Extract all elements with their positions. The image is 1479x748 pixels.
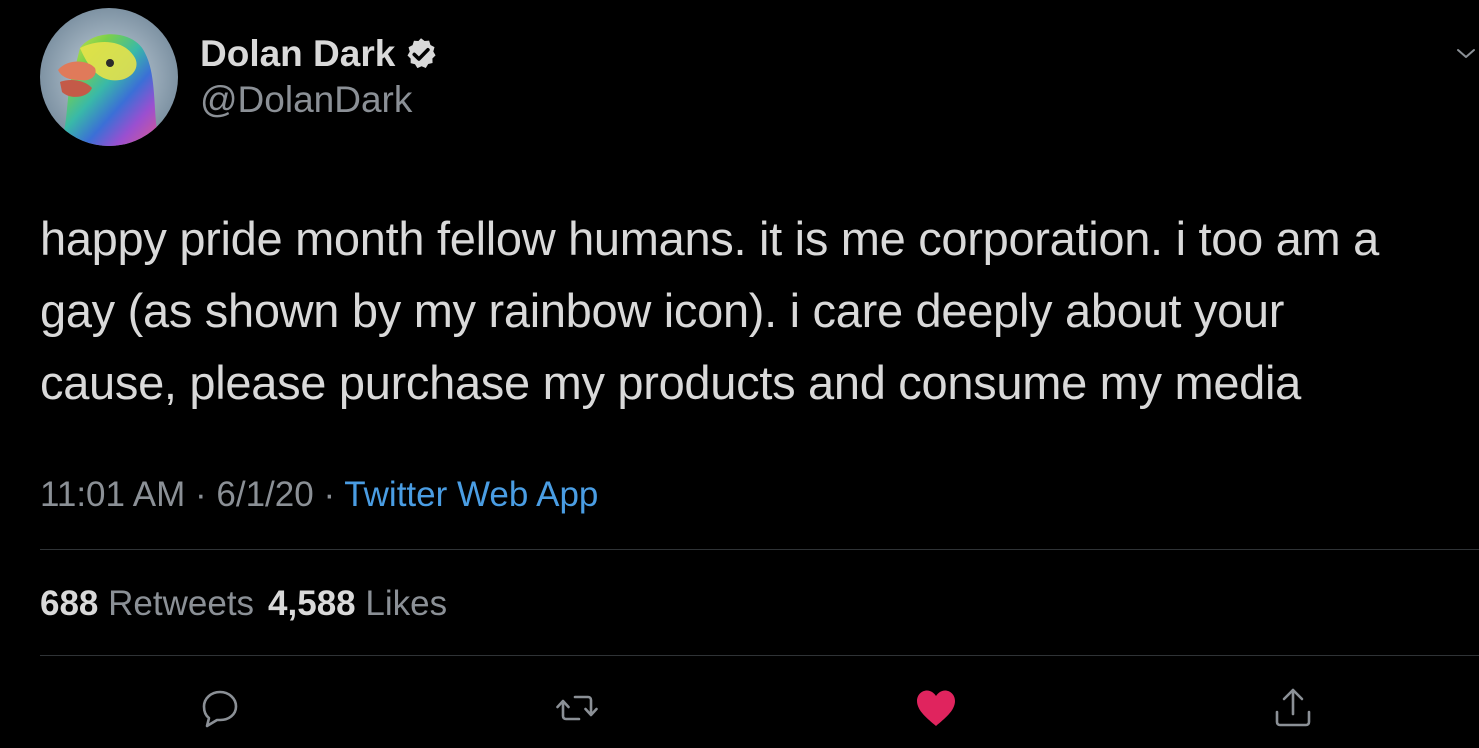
retweet-icon [556, 695, 598, 721]
meta-separator: · [195, 475, 207, 514]
tweet-source-link[interactable]: Twitter Web App [344, 475, 598, 514]
tweet-stats: 688 Retweets 4,588 Likes [40, 584, 447, 624]
divider [40, 655, 1479, 656]
tweet-time[interactable]: 11:01 AM [40, 475, 185, 514]
retweets-stat[interactable]: 688 Retweets [40, 584, 254, 623]
likes-count: 4,588 [268, 584, 356, 623]
chevron-down-icon[interactable] [1454, 42, 1478, 66]
heart-icon [917, 690, 955, 726]
likes-label: Likes [365, 584, 448, 623]
likes-stat[interactable]: 4,588 Likes [268, 584, 447, 623]
share-icon [1275, 688, 1311, 727]
reply-icon [202, 690, 238, 728]
share-button[interactable] [1271, 686, 1315, 730]
meta-separator: · [323, 475, 336, 514]
like-button[interactable] [914, 686, 958, 730]
verified-badge-icon [403, 36, 439, 72]
author-handle[interactable]: @DolanDark [200, 80, 412, 120]
divider [40, 549, 1479, 550]
retweets-count: 688 [40, 584, 99, 623]
avatar[interactable] [40, 8, 178, 146]
reply-button[interactable] [198, 686, 242, 730]
rainbow-duck-avatar-icon [40, 8, 178, 146]
display-name: Dolan Dark [200, 33, 396, 74]
author-name[interactable]: Dolan Dark [200, 34, 439, 74]
retweets-label: Retweets [108, 584, 255, 623]
tweet-metadata: 11:01 AM · 6/1/20 · Twitter Web App [40, 475, 598, 515]
tweet-date[interactable]: 6/1/20 [216, 475, 313, 514]
tweet-text: happy pride month fellow humans. it is m… [40, 212, 1379, 409]
retweet-button[interactable] [555, 686, 599, 730]
